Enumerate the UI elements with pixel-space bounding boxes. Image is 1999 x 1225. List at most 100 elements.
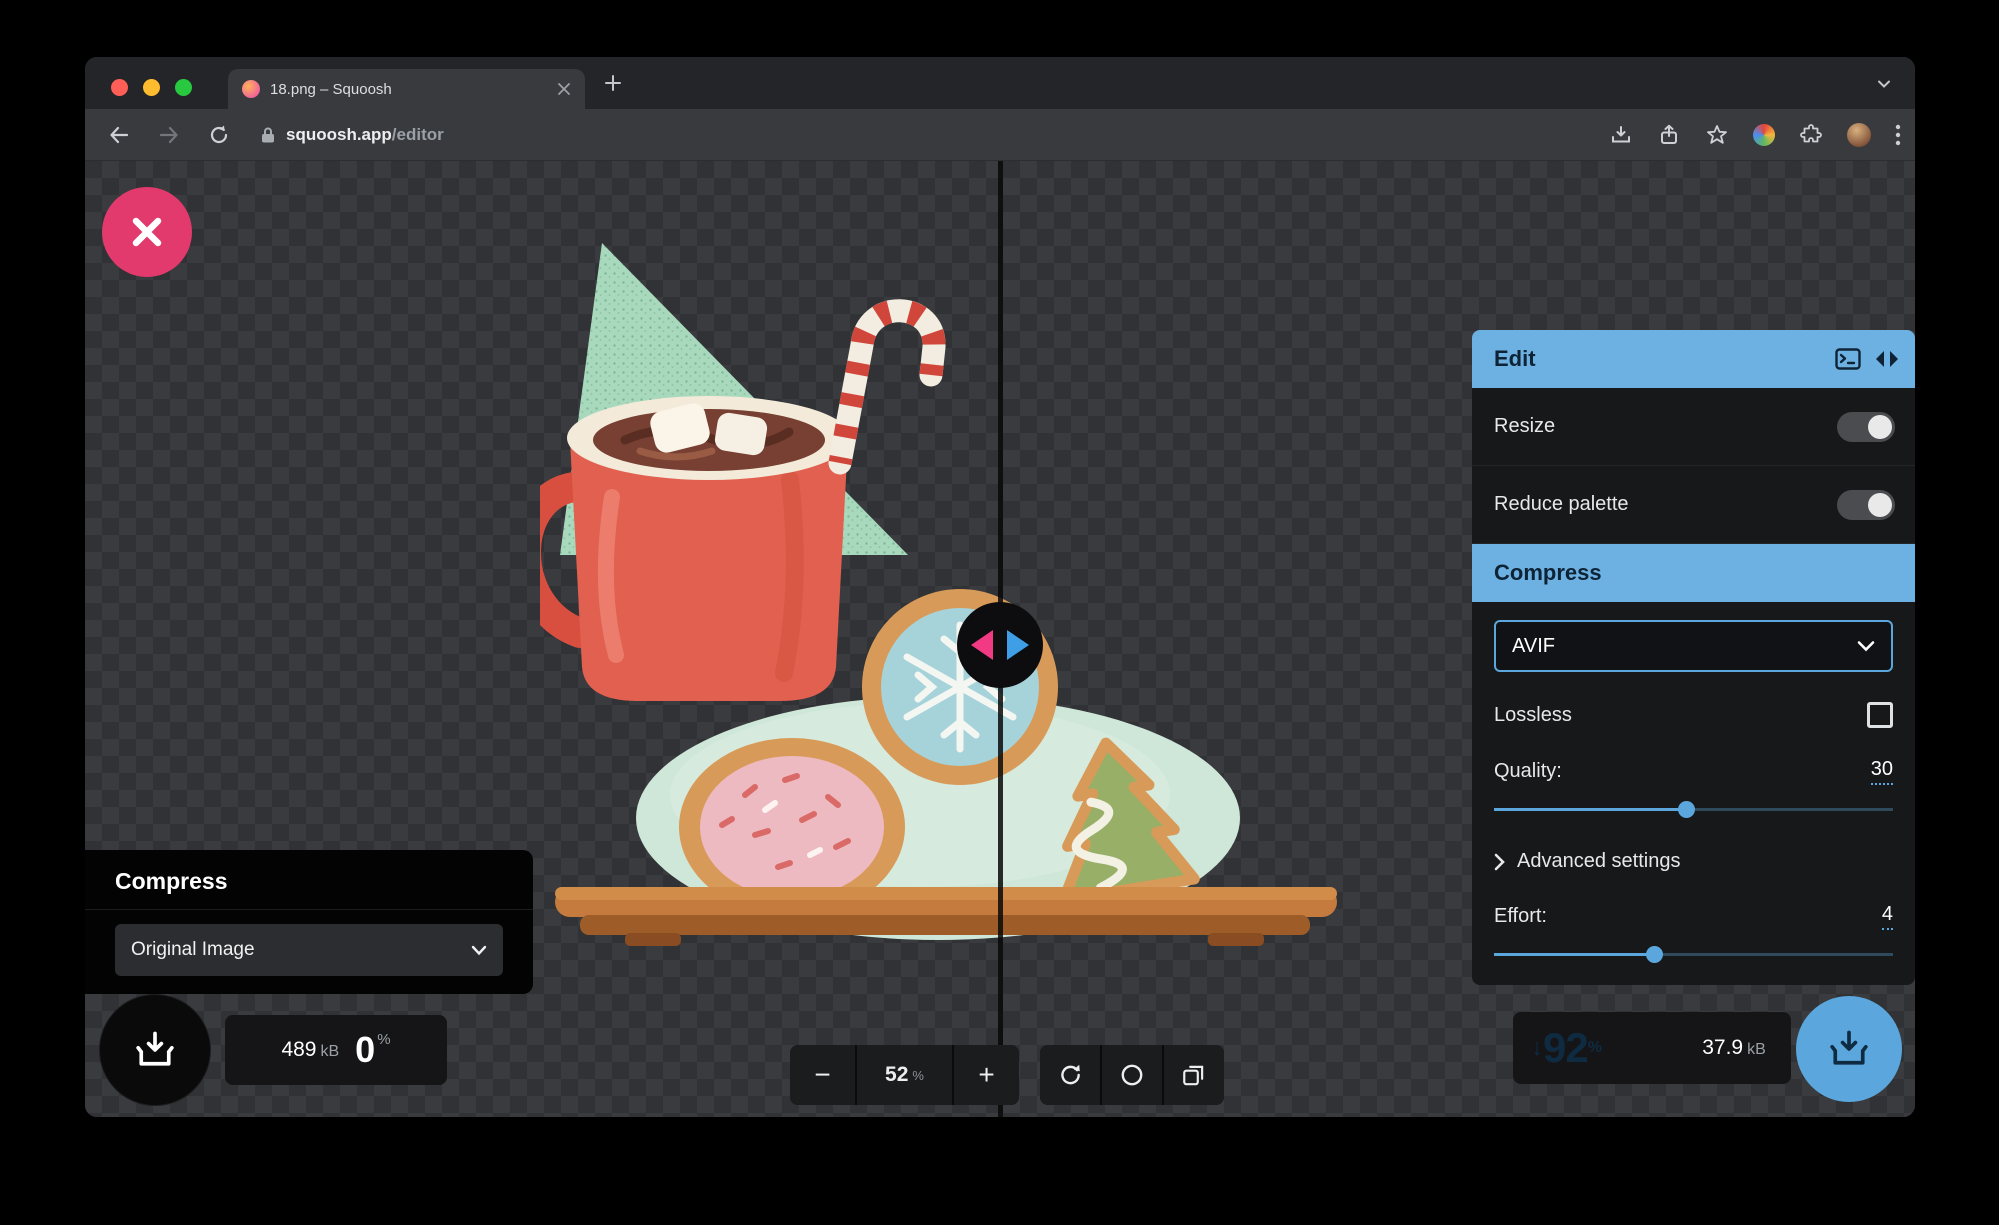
slider-fill [1494,808,1686,811]
effort-label: Effort: [1494,905,1547,927]
reduce-palette-row: Reduce palette [1472,466,1915,544]
extension-colorwheel-icon[interactable] [1753,124,1775,146]
original-image-value: Original Image [131,939,255,960]
rotate-button[interactable] [1040,1045,1100,1105]
quality-slider[interactable] [1494,801,1893,818]
zoom-in-button[interactable]: + [954,1045,1019,1105]
original-image-select[interactable]: Original Image [115,924,503,976]
view-controls [1040,1045,1224,1105]
browser-tab[interactable]: 18.png – Squoosh [228,69,585,109]
codec-value: AVIF [1512,634,1555,657]
original-size-badge: 489 kB 0% [225,1015,447,1085]
share-icon[interactable] [1657,123,1681,147]
down-arrow-icon: ↓ [1531,1034,1543,1061]
savings-badge: ↓ 92% [1513,1012,1677,1084]
effort-value[interactable]: 4 [1881,903,1893,930]
quality-label: Quality: [1494,760,1562,782]
compressed-result-badge: ↓ 92% 37.9 kB [1513,1012,1791,1084]
reduce-palette-toggle[interactable] [1837,489,1895,520]
menu-dots-icon[interactable] [1895,124,1901,146]
zoom-value: 52 [885,1063,909,1086]
slider-fill [1494,953,1654,956]
browser-window: 18.png – Squoosh squoosh.app/editor Edit… [85,57,1915,1117]
original-size-unit: kB [320,1043,340,1060]
close-window-button[interactable] [111,79,128,96]
compressed-size-unit: kB [1747,1041,1766,1058]
cli-terminal-icon[interactable] [1835,348,1861,370]
effort-slider[interactable] [1494,946,1893,963]
compress-title: Compress [1494,560,1602,585]
compressed-size: 37.9 kB [1677,1036,1791,1060]
slider-thumb[interactable] [1677,801,1695,818]
chevron-right-icon [1494,853,1505,871]
chevron-down-icon [471,945,487,956]
compress-panel-header: Compress [1472,544,1915,602]
codec-select[interactable]: AVIF [1494,620,1893,672]
tab-search-chevron-icon[interactable] [1871,71,1897,97]
extensions-puzzle-icon[interactable] [1799,123,1823,147]
minimize-window-button[interactable] [143,79,160,96]
lossless-checkbox[interactable] [1867,702,1893,728]
compare-handle[interactable] [957,602,1043,688]
fullscreen-window-button[interactable] [175,79,192,96]
compressed-size-value: 37.9 [1702,1036,1744,1059]
profile-avatar[interactable] [1847,123,1871,147]
url-path: /editor [391,124,444,144]
resize-label: Resize [1494,415,1556,437]
download-compressed-button[interactable] [1796,996,1902,1102]
resize-toggle[interactable] [1837,411,1895,442]
original-delta-unit: % [377,1031,391,1048]
split-view-icon[interactable] [1875,349,1899,369]
close-editor-button[interactable] [102,187,192,277]
reduce-palette-label: Reduce palette [1494,493,1629,515]
lock-icon [259,125,277,145]
squoosh-favicon-icon [242,80,260,98]
forward-icon[interactable] [157,123,181,147]
original-delta-value: 0 [355,1029,376,1070]
lossless-label: Lossless [1494,703,1572,726]
toggle-knob [1868,492,1892,517]
circle-icon [1121,1064,1143,1086]
address-bar[interactable]: squoosh.app/editor [259,125,444,145]
savings-value: 92 [1543,1024,1589,1071]
install-app-icon[interactable] [1609,123,1633,147]
bookmark-star-icon[interactable] [1705,123,1729,147]
zoom-out-button[interactable]: − [790,1045,855,1105]
effort-row: Effort: 4 [1494,903,1893,930]
tab-title: 18.png – Squoosh [270,80,392,98]
resize-row: Resize [1472,388,1915,466]
advanced-settings-label: Advanced settings [1517,850,1681,872]
edit-panel-header: Edit [1472,330,1915,388]
preview-image [540,243,1337,946]
tab-close-icon[interactable] [557,82,571,96]
original-panel-title: Compress [85,850,533,910]
toggle-background-button[interactable] [1164,1045,1224,1105]
quality-row: Quality: 30 [1494,758,1893,785]
chevron-down-icon [1857,640,1875,652]
advanced-settings-toggle[interactable]: Advanced settings [1494,850,1893,873]
original-compress-panel: Compress Original Image [85,850,533,994]
close-icon [132,217,162,247]
lossless-row: Lossless [1494,702,1893,728]
zoom-unit: % [912,1067,924,1083]
rotate-icon [1061,1064,1080,1085]
compress-options: AVIF Lossless Quality: 30 Advanced setti… [1472,602,1915,985]
slider-thumb[interactable] [1645,946,1663,963]
reload-icon[interactable] [207,123,231,147]
download-original-button[interactable] [99,994,211,1106]
back-icon[interactable] [107,123,131,147]
toggle-knob [1868,414,1892,439]
compare-arrows-icon [971,630,1029,660]
new-tab-button[interactable] [597,67,629,99]
quality-value[interactable]: 30 [1870,758,1893,785]
zoom-level[interactable]: 52 % [857,1045,952,1105]
download-icon [136,1031,174,1066]
browser-toolbar: squoosh.app/editor [85,109,1915,161]
edit-title: Edit [1494,346,1536,371]
zoom-controls: − 52 % + [790,1045,1019,1105]
pixel-ratio-button[interactable] [1102,1045,1162,1105]
original-size-value: 489 [281,1038,317,1061]
savings-unit: % [1587,1039,1602,1056]
edit-panel: Edit Resize Reduce palette Compress AVIF… [1472,330,1915,985]
download-icon [1830,1030,1868,1065]
